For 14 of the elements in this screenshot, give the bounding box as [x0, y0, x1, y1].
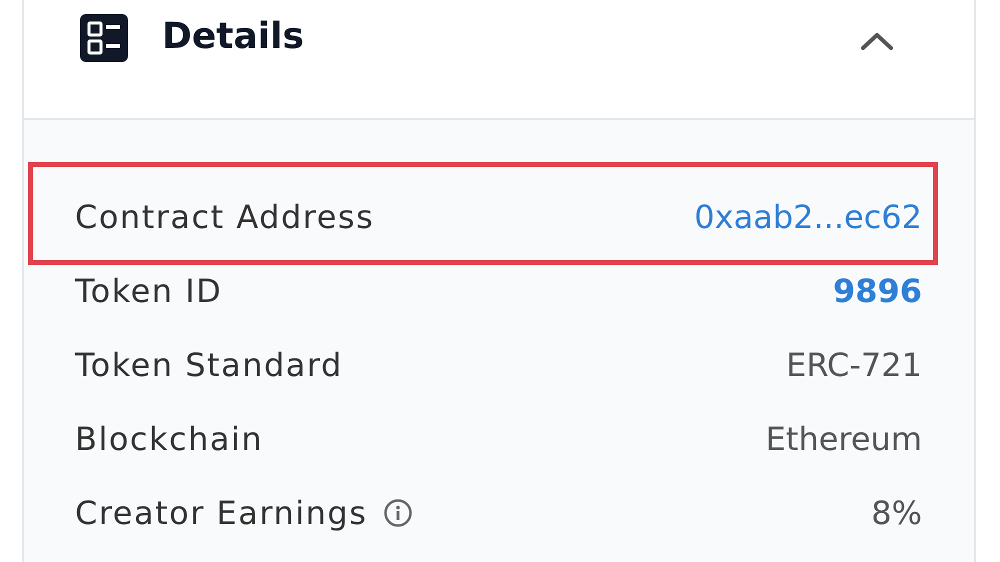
detail-value: Ethereum: [766, 420, 922, 458]
detail-label: Contract Address: [75, 198, 374, 236]
details-icon: [80, 14, 128, 62]
detail-label: Token ID: [75, 272, 222, 310]
collapse-chevron-icon[interactable]: [860, 31, 894, 51]
detail-value: 8%: [871, 494, 922, 532]
value-link[interactable]: 9896: [832, 272, 922, 310]
info-icon[interactable]: [383, 498, 414, 528]
detail-label: Creator Earnings: [75, 494, 368, 532]
detail-label: Token Standard: [75, 346, 343, 384]
detail-value: ERC-721: [786, 346, 922, 384]
detail-label: Blockchain: [75, 420, 264, 458]
value-link[interactable]: 0xaab2...ec62: [694, 198, 922, 236]
panel-title: Details: [162, 15, 304, 59]
